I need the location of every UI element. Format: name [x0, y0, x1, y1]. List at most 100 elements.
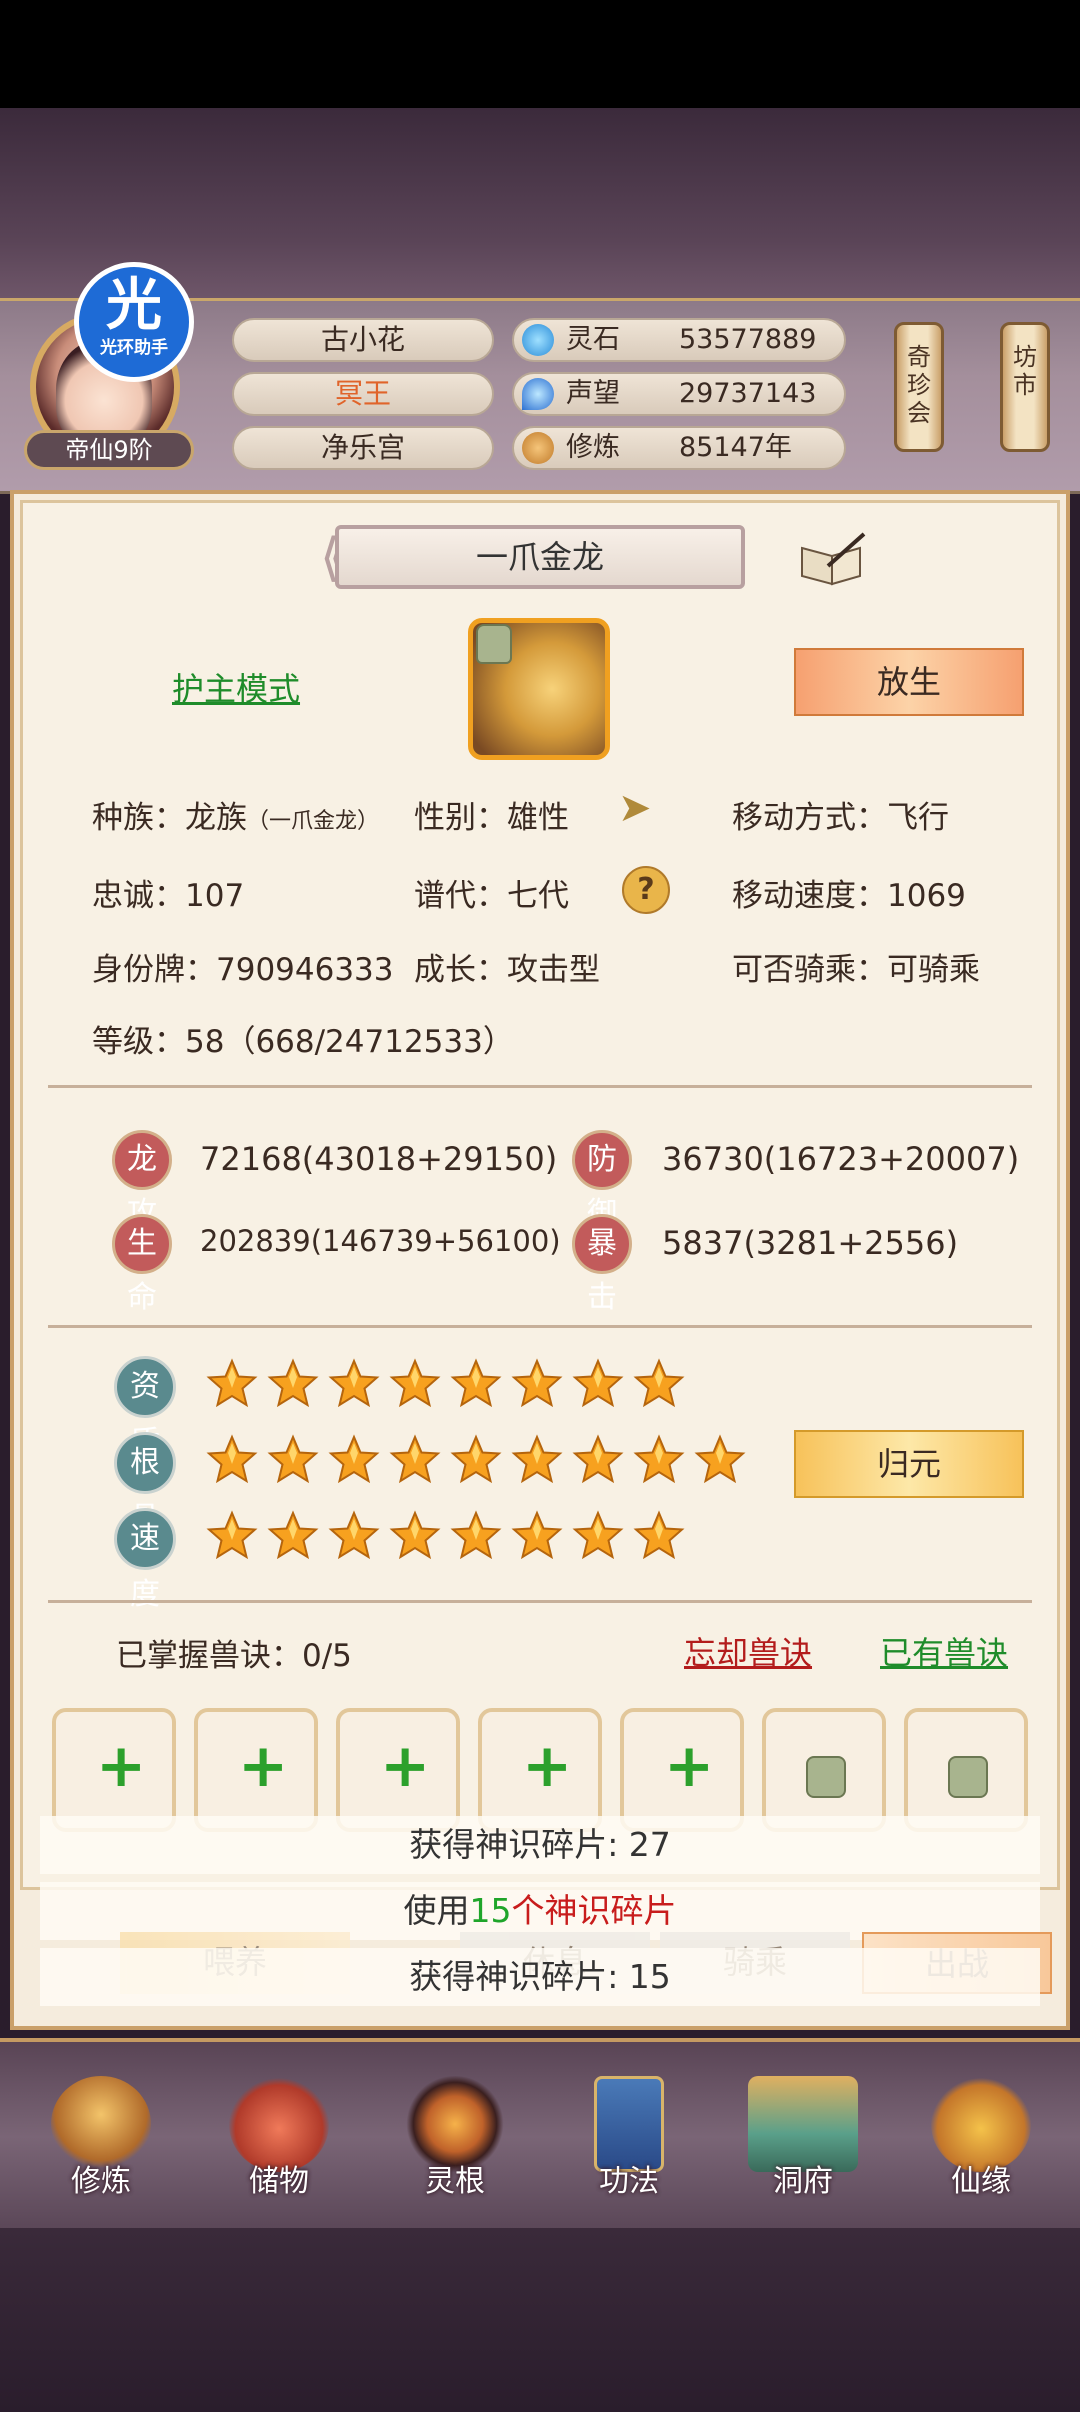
toast-message: 获得神识碎片: 27: [40, 1816, 1040, 1874]
scroll-label: 坊市: [1013, 343, 1037, 399]
star-icon: [206, 1434, 258, 1486]
skill-slot[interactable]: +: [620, 1708, 744, 1832]
add-skill-icon: +: [380, 1731, 431, 1801]
resource-label: 修炼: [566, 432, 620, 463]
treasure-auction-scroll[interactable]: 奇珍会: [894, 322, 944, 452]
reset-aptitude-button[interactable]: 归元: [794, 1430, 1024, 1498]
toast-count: 15: [469, 1891, 512, 1930]
speed-stars: [206, 1510, 694, 1566]
nav-label: 洞府: [773, 2164, 833, 2199]
star-icon: [633, 1510, 685, 1562]
pet-move-mode: 移动方式：飞行: [732, 800, 949, 836]
nav-fortune[interactable]: 仙缘: [916, 2076, 1046, 2216]
aptitude-badge: 资质: [114, 1356, 176, 1460]
pet-loyalty: 忠诚：107: [92, 878, 245, 914]
bone-badge: 根骨: [114, 1432, 176, 1536]
star-icon: [328, 1510, 380, 1562]
star-icon: [328, 1434, 380, 1486]
skill-slot[interactable]: +: [336, 1708, 460, 1832]
skills-mastered: 已掌握兽诀：0/5: [116, 1638, 352, 1674]
health-badge: 生命: [112, 1214, 172, 1315]
halo-badge-char: 光: [106, 273, 162, 338]
halo-badge-label: 光环助手: [100, 338, 168, 358]
nav-label: 仙缘: [951, 2164, 1011, 2199]
star-icon: [328, 1358, 380, 1410]
star-icon: [450, 1510, 502, 1562]
reputation-icon: [522, 378, 554, 410]
star-icon: [511, 1358, 563, 1410]
star-icon: [389, 1358, 441, 1410]
lock-icon: [806, 1756, 846, 1798]
arrow-right-icon[interactable]: ➤: [618, 786, 662, 830]
cultivation-icon: [522, 432, 554, 464]
defense-badge: 防御: [572, 1130, 632, 1231]
pet-race: 种族：龙族（一爪金龙）: [92, 792, 379, 837]
pet-race-sub: （一爪金龙）: [247, 809, 380, 834]
add-skill-icon: +: [664, 1731, 715, 1801]
rename-book-icon[interactable]: [798, 530, 868, 588]
pet-lock-icon[interactable]: [476, 624, 512, 664]
toast-item: 神识碎片: [544, 1891, 677, 1930]
add-skill-icon: +: [522, 1731, 573, 1801]
star-icon: [694, 1434, 746, 1486]
pet-move-speed: 移动速度：1069: [732, 878, 966, 914]
skill-slot[interactable]: +: [478, 1708, 602, 1832]
skill-slot[interactable]: [904, 1708, 1028, 1832]
halo-assistant-badge[interactable]: 光 光环助手: [74, 262, 194, 382]
nav-spirit-root[interactable]: 灵根: [390, 2076, 520, 2216]
player-sect: 净乐宫: [232, 426, 494, 470]
health-value: 202839(146739+56100): [200, 1224, 561, 1258]
nav-label: 功法: [599, 2164, 659, 2199]
star-icon: [206, 1358, 258, 1410]
forget-skill-link[interactable]: 忘却兽诀: [684, 1628, 812, 1674]
pet-name-title: 一爪金龙: [335, 525, 745, 589]
star-icon: [450, 1358, 502, 1410]
star-icon: [572, 1510, 624, 1562]
player-name: 古小花: [232, 318, 494, 362]
attack-badge: 龙攻: [112, 1130, 172, 1231]
star-icon: [389, 1510, 441, 1562]
speed-badge: 速度: [114, 1508, 176, 1612]
pet-rideable: 可否骑乘：可骑乘: [732, 952, 980, 988]
star-icon: [633, 1358, 685, 1410]
footer-background: [0, 2228, 1080, 2412]
star-icon: [511, 1434, 563, 1486]
guard-mode-link[interactable]: 护主模式: [172, 664, 300, 710]
nav-cultivation[interactable]: 修炼: [36, 2076, 166, 2216]
resource-label: 声望: [566, 378, 620, 409]
star-icon: [267, 1434, 319, 1486]
star-icon: [206, 1510, 258, 1562]
resource-value: 85147年: [679, 432, 792, 463]
crit-value: 5837(3281+2556): [662, 1224, 959, 1262]
skill-slot[interactable]: [762, 1708, 886, 1832]
skill-slot[interactable]: +: [194, 1708, 318, 1832]
release-button[interactable]: 放生: [794, 648, 1024, 716]
star-icon: [572, 1358, 624, 1410]
nav-technique[interactable]: 功法: [564, 2076, 694, 2216]
toast-text: 个: [511, 1891, 545, 1930]
nav-storage[interactable]: 储物: [214, 2076, 344, 2216]
owned-skills-link[interactable]: 已有兽诀: [880, 1628, 1008, 1674]
star-icon: [633, 1434, 685, 1486]
divider: [48, 1600, 1032, 1603]
help-icon[interactable]: ?: [622, 866, 670, 914]
defense-value: 36730(16723+20007): [662, 1140, 1020, 1178]
pet-race-label: 种族：龙族: [92, 800, 247, 836]
star-icon: [450, 1434, 502, 1486]
star-icon: [572, 1434, 624, 1486]
nav-label: 储物: [249, 2164, 309, 2199]
spirit-stone-icon: [522, 324, 554, 356]
resource-reputation: 声望 29737143: [512, 372, 846, 416]
star-icon: [389, 1434, 441, 1486]
market-scroll[interactable]: 坊市: [1000, 322, 1050, 452]
skill-slot[interactable]: +: [52, 1708, 176, 1832]
rank-label: 帝仙9阶: [24, 430, 194, 470]
aptitude-stars: [206, 1358, 694, 1414]
resource-cultivation: 修炼 85147年: [512, 426, 846, 470]
nav-cave[interactable]: 洞府: [738, 2076, 868, 2216]
pet-id-tag: 身份牌：790946333: [92, 952, 394, 988]
pet-growth: 成长：攻击型: [414, 952, 600, 988]
scroll-label: 奇珍会: [907, 343, 931, 427]
resource-value: 29737143: [679, 378, 817, 409]
resource-label: 灵石: [566, 324, 620, 355]
